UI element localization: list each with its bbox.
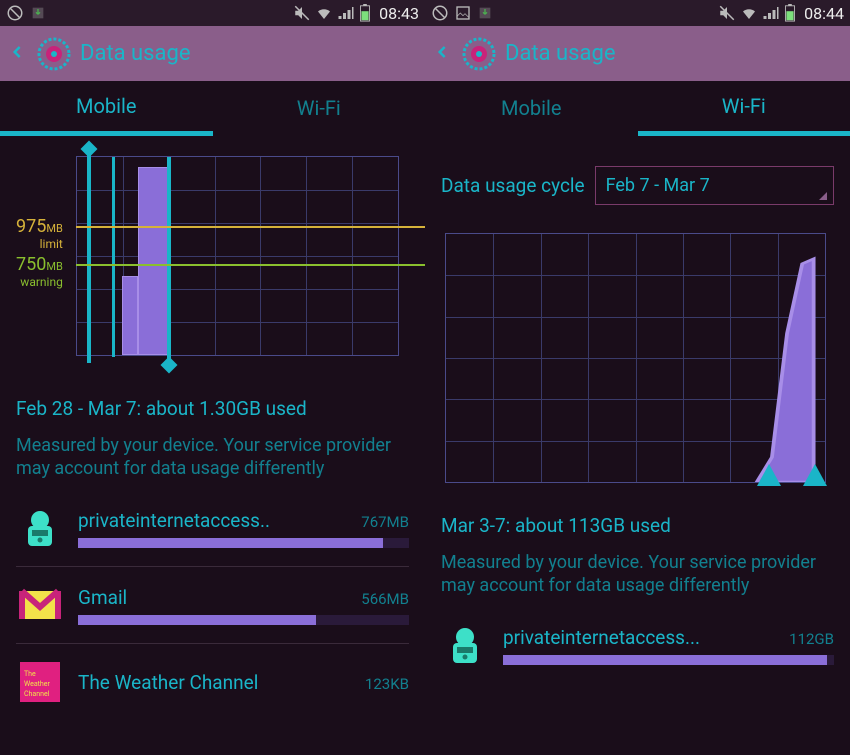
gmail-icon [16,581,64,629]
download-icon [30,5,46,21]
pia-icon [16,504,64,552]
app-row[interactable]: privateinternetaccess.. 767MB [16,496,409,560]
app-name: The Weather Channel [78,671,258,694]
cycle-label: Data usage cycle [441,174,585,197]
back-icon[interactable] [8,42,28,66]
app-header: Data usage [425,26,850,81]
tab-mobile[interactable]: Mobile [0,81,213,136]
circle-slash-icon [431,4,449,22]
tab-wifi[interactable]: Wi-Fi [213,81,426,136]
range-handle-end[interactable] [803,464,827,486]
app-size: 123KB [365,675,409,693]
status-bar: 08:43 [0,0,425,26]
dropdown-triangle-icon [819,192,827,200]
usage-summary: Feb 28 - Mar 7: about 1.30GB used [16,396,409,422]
range-handle-start[interactable] [87,151,91,363]
app-name: Gmail [78,586,127,609]
screen-wifi: 08:44 Data usage Mobile Wi-Fi Data usage… [425,0,850,755]
app-row[interactable]: Gmail 566MB [16,573,409,637]
app-size: 566MB [361,590,409,608]
signal-icon [337,4,355,22]
tabs: Mobile Wi-Fi [425,81,850,136]
mute-icon [718,4,736,22]
page-title: Data usage [80,41,191,66]
page-title: Data usage [505,41,616,66]
mobile-usage-chart[interactable]: 975MB limit 750MB warning [16,156,409,376]
disclaimer-text: Measured by your device. Your service pr… [441,551,834,598]
content-area: 975MB limit 750MB warning Feb 28 - Mar 7… [0,136,425,755]
weather-channel-icon: The Weather Channel [16,658,64,706]
app-size: 112GB [789,630,834,648]
app-row[interactable]: privateinternetaccess... 112GB [441,613,834,677]
app-name: privateinternetaccess.. [78,509,270,532]
tab-wifi[interactable]: Wi-Fi [638,81,850,136]
limit-value: 975 [16,216,46,237]
svg-text:The: The [24,670,36,678]
mute-icon [293,4,311,22]
settings-gear-icon[interactable] [461,36,497,72]
wifi-icon [740,4,758,22]
app-size: 767MB [361,513,409,531]
content-area: Data usage cycle Feb 7 - Mar 7 [425,136,850,755]
circle-slash-icon [6,4,24,22]
status-bar: 08:44 [425,0,850,26]
status-time: 08:43 [379,4,419,23]
range-handle-right[interactable] [167,157,171,363]
tabs: Mobile Wi-Fi [0,81,425,136]
range-handle-end[interactable] [112,157,115,357]
pia-icon [441,621,489,669]
tab-mobile[interactable]: Mobile [425,81,638,136]
disclaimer-text: Measured by your device. Your service pr… [16,434,409,481]
app-name: privateinternetaccess... [503,626,700,649]
wifi-icon [315,4,333,22]
app-row[interactable]: The Weather Channel The Weather Channel … [16,650,409,714]
battery-icon [784,4,796,22]
download-icon [477,5,493,21]
app-header: Data usage [0,26,425,81]
range-handle-start[interactable] [757,464,781,486]
image-icon [455,5,471,21]
svg-text:Channel: Channel [24,690,50,698]
warning-value: 750 [16,254,46,275]
usage-summary: Mar 3-7: about 113GB used [441,513,834,539]
battery-icon [359,4,371,22]
svg-text:Weather: Weather [24,680,50,688]
wifi-usage-chart[interactable] [441,233,834,493]
cycle-select[interactable]: Feb 7 - Mar 7 [595,166,834,205]
status-time: 08:44 [804,4,844,23]
back-icon[interactable] [433,42,453,66]
signal-icon [762,4,780,22]
settings-gear-icon[interactable] [36,36,72,72]
cycle-row: Data usage cycle Feb 7 - Mar 7 [441,166,834,205]
screen-mobile: 08:43 Data usage Mobile Wi-Fi [0,0,425,755]
